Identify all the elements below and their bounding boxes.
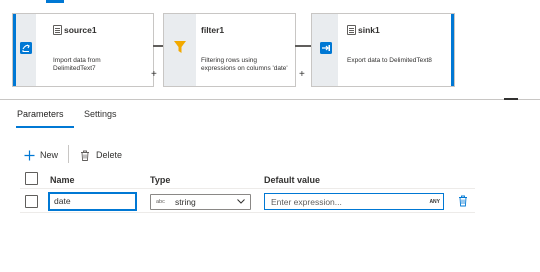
sink1-node[interactable]: sink1 Export data to DelimitedText8: [312, 14, 454, 86]
new-button[interactable]: New: [24, 148, 58, 162]
filter-funnel-icon: [174, 41, 186, 53]
sink-icon: [320, 42, 332, 54]
connector-line: [153, 45, 164, 47]
parameter-name-input[interactable]: date: [48, 192, 137, 211]
default-value-expression-input[interactable]: Enter expression... ANY: [264, 193, 444, 210]
dataset-icon: [347, 25, 356, 35]
data-flow-canvas[interactable]: source1 Import data from DelimitedText7 …: [0, 0, 540, 100]
parameter-type-select[interactable]: abc string: [150, 194, 251, 210]
column-header-name: Name: [50, 175, 75, 185]
delete-row-icon[interactable]: [458, 195, 468, 207]
row-checkbox[interactable]: [25, 195, 38, 208]
node-title: filter1: [201, 25, 225, 35]
row-divider: [20, 212, 475, 213]
settings-tab-bar: Parameters Settings: [0, 100, 540, 130]
source1-node[interactable]: source1 Import data from DelimitedText7: [13, 14, 153, 86]
add-transform-button[interactable]: +: [151, 70, 157, 80]
any-type-badge: ANY: [429, 199, 440, 205]
plus-icon: [24, 150, 35, 160]
add-transform-button[interactable]: +: [299, 70, 305, 80]
column-header-default-value: Default value: [264, 175, 321, 185]
tab-settings[interactable]: Settings: [84, 109, 117, 119]
type-value: string: [175, 197, 196, 207]
header-divider: [20, 188, 475, 189]
node-description: Import data from DelimitedText7: [53, 57, 101, 72]
chevron-down-icon: [237, 199, 245, 204]
delete-label: Delete: [96, 150, 123, 160]
command-separator: [68, 145, 69, 163]
delete-button[interactable]: Delete: [80, 148, 122, 162]
select-all-checkbox[interactable]: [25, 172, 38, 185]
dataset-icon: [53, 25, 62, 35]
node-description: Export data to DelimitedText8: [347, 57, 432, 64]
canvas-tab-indicator: [46, 0, 64, 3]
active-tab-indicator: [16, 126, 74, 128]
column-header-type: Type: [150, 175, 171, 185]
type-badge: abc: [156, 199, 165, 205]
source-icon: [20, 42, 32, 54]
expression-placeholder: Enter expression...: [271, 196, 342, 207]
new-label: New: [40, 150, 59, 160]
node-title: source1: [64, 25, 97, 35]
trash-icon: [81, 150, 89, 161]
tab-parameters[interactable]: Parameters: [17, 109, 64, 119]
node-selection-bar: [451, 14, 454, 86]
node-description: Filtering rows using expressions on colu…: [201, 57, 288, 72]
filter1-node[interactable]: filter1 Filtering rows using expressions…: [164, 14, 295, 86]
node-title: sink1: [358, 25, 380, 35]
